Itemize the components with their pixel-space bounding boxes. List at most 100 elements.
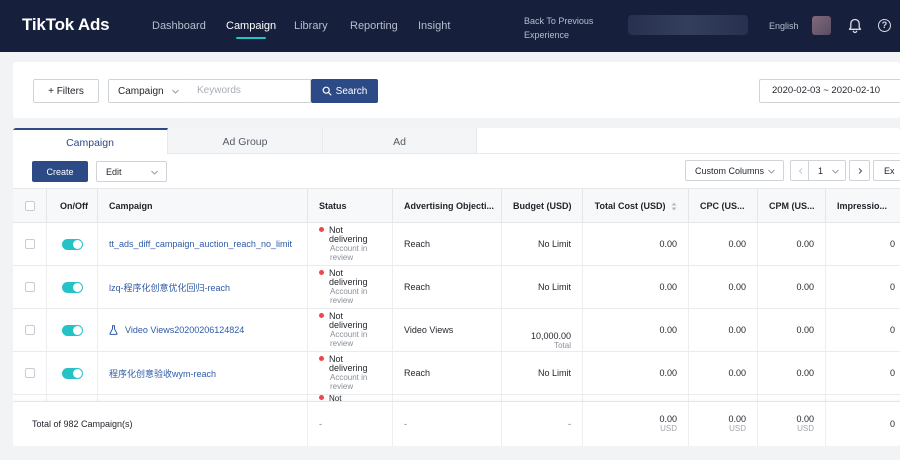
cpm-cell: 0.00 bbox=[758, 266, 826, 308]
nav-library[interactable]: Library bbox=[294, 20, 328, 32]
create-button[interactable]: Create bbox=[32, 161, 88, 182]
header-select-all[interactable] bbox=[13, 189, 47, 223]
on-off-toggle[interactable] bbox=[61, 324, 83, 336]
total-objective: - bbox=[393, 402, 502, 446]
edit-dropdown[interactable]: Edit bbox=[96, 161, 167, 182]
filter-bar: + Filters Campaign Keywords Search 2020-… bbox=[13, 62, 900, 118]
table-totals-row: Total of 982 Campaign(s) - - - 0.00 USD … bbox=[13, 401, 900, 446]
cpc-cell: 0.00 bbox=[689, 223, 758, 265]
total-impressions: 0 bbox=[889, 419, 895, 429]
total-cpm-unit: USD bbox=[797, 424, 814, 433]
sort-icon[interactable] bbox=[671, 202, 677, 211]
header-campaign[interactable]: Campaign bbox=[98, 189, 308, 223]
chevron-down-icon bbox=[151, 170, 158, 175]
row-checkbox[interactable] bbox=[24, 368, 35, 378]
campaign-name-link[interactable]: 程序化创意验收wym-reach bbox=[109, 367, 216, 380]
budget-cell: No Limit bbox=[502, 266, 583, 308]
status-cell: Not delivering Account in review bbox=[308, 309, 393, 351]
budget-cell: No Limit bbox=[502, 223, 583, 265]
status-text: Not delivering bbox=[329, 354, 368, 373]
header-status[interactable]: Status bbox=[308, 189, 393, 223]
total-cost-cell: 0.00 bbox=[583, 223, 689, 265]
total-cpc-unit: USD bbox=[729, 424, 746, 433]
language-selector[interactable]: English bbox=[769, 21, 799, 31]
table-row: Video Views20200206124824 Not delivering… bbox=[13, 309, 900, 352]
row-checkbox[interactable] bbox=[24, 239, 35, 249]
total-cost-sum-value: 0.00 bbox=[659, 414, 677, 424]
pager-next-button[interactable] bbox=[849, 160, 870, 181]
header-cpc[interactable]: CPC (US... bbox=[689, 189, 758, 223]
status-cell: Not delivering Account in review bbox=[308, 223, 393, 265]
search-icon bbox=[322, 86, 332, 96]
page-select[interactable]: 1 bbox=[808, 160, 846, 181]
cpc-cell: 0.00 bbox=[689, 309, 758, 351]
header-total-cost[interactable]: Total Cost (USD) bbox=[583, 189, 689, 223]
account-selector[interactable] bbox=[628, 15, 748, 35]
on-off-cell bbox=[47, 352, 98, 394]
status-dot bbox=[319, 356, 324, 361]
total-cpc-value: 0.00 bbox=[728, 414, 746, 424]
total-cost-sum: 0.00 USD bbox=[583, 402, 689, 446]
campaign-name-link[interactable]: lzq-程序化创意优化回归-reach bbox=[109, 281, 230, 294]
on-off-toggle[interactable] bbox=[61, 238, 83, 250]
header-budget[interactable]: Budget (USD) bbox=[502, 189, 583, 223]
row-checkbox-cell bbox=[13, 223, 47, 265]
on-off-toggle[interactable] bbox=[61, 367, 83, 379]
row-checkbox-cell bbox=[13, 309, 47, 351]
campaign-name-cell: tt_ads_diff_campaign_auction_reach_no_li… bbox=[98, 223, 308, 265]
tabs-divider bbox=[168, 153, 900, 154]
table-row: 程序化创意验收wym-reach Not delivering Account … bbox=[13, 352, 900, 395]
impressions-cell: 0 bbox=[889, 282, 895, 292]
level-select[interactable]: Campaign bbox=[108, 79, 189, 103]
status-subtext: Account in review bbox=[330, 330, 368, 348]
total-cost-cell: 0.00 bbox=[583, 266, 689, 308]
budget-type: Total bbox=[554, 341, 571, 350]
nav-reporting[interactable]: Reporting bbox=[350, 20, 398, 32]
header-impressions[interactable]: Impressio... bbox=[826, 189, 900, 223]
total-cost-cell: 0.00 bbox=[583, 309, 689, 351]
date-range-picker[interactable]: 2020-02-03 ~ 2020-02-10 bbox=[759, 79, 900, 103]
status-subtext: Account in review bbox=[330, 373, 368, 391]
row-checkbox[interactable] bbox=[24, 282, 35, 292]
header-cpm[interactable]: CPM (US... bbox=[758, 189, 826, 223]
on-off-toggle[interactable] bbox=[61, 281, 83, 293]
table-header: On/Off Campaign Status Advertising Objec… bbox=[13, 188, 900, 223]
row-checkbox[interactable] bbox=[24, 325, 35, 335]
campaign-name-link[interactable]: Video Views20200206124824 bbox=[125, 325, 244, 335]
header-advertising-objective[interactable]: Advertising Objecti... bbox=[393, 189, 502, 223]
chevron-down-icon bbox=[832, 169, 839, 174]
keywords-input[interactable]: Keywords bbox=[188, 79, 311, 103]
level-select-value: Campaign bbox=[118, 85, 164, 97]
status-text: Not delivering bbox=[329, 268, 368, 287]
budget-value: 10,000.00 bbox=[530, 331, 571, 341]
tiktok-ads-logo[interactable]: TikTok Ads bbox=[22, 15, 110, 35]
filters-button[interactable]: + Filters bbox=[33, 79, 99, 103]
bell-icon[interactable] bbox=[848, 18, 862, 34]
level-tabs: Campaign Ad Group Ad bbox=[13, 128, 477, 154]
row-checkbox-cell bbox=[13, 352, 47, 394]
search-button[interactable]: Search bbox=[311, 79, 378, 103]
cpm-cell: 0.00 bbox=[758, 223, 826, 265]
objective-cell: Reach bbox=[393, 223, 502, 265]
nav-insight[interactable]: Insight bbox=[418, 20, 450, 32]
chevron-down-icon bbox=[172, 89, 179, 94]
search-button-label: Search bbox=[335, 85, 368, 97]
tab-ad[interactable]: Ad bbox=[323, 128, 477, 154]
help-icon[interactable]: ? bbox=[878, 19, 891, 32]
top-nav: TikTok Ads Dashboard Campaign Library Re… bbox=[0, 0, 900, 52]
nav-dashboard[interactable]: Dashboard bbox=[152, 20, 206, 32]
tab-campaign[interactable]: Campaign bbox=[13, 128, 168, 154]
select-all-checkbox[interactable] bbox=[24, 201, 35, 211]
tab-ad-group[interactable]: Ad Group bbox=[168, 128, 323, 154]
export-button[interactable]: Ex bbox=[873, 160, 900, 181]
objective-cell: Reach bbox=[393, 266, 502, 308]
nav-campaign[interactable]: Campaign bbox=[226, 20, 276, 39]
nav-active-indicator bbox=[236, 37, 267, 39]
chevron-left-icon bbox=[798, 167, 803, 174]
back-to-previous-experience-link[interactable]: Back To Previous Experience bbox=[524, 14, 604, 42]
campaign-name-link[interactable]: tt_ads_diff_campaign_auction_reach_no_li… bbox=[109, 239, 292, 249]
custom-columns-dropdown[interactable]: Custom Columns bbox=[685, 160, 784, 181]
edit-dropdown-label: Edit bbox=[106, 166, 122, 177]
status-cell: Not delivering Account in review bbox=[308, 266, 393, 308]
avatar[interactable] bbox=[812, 16, 831, 35]
